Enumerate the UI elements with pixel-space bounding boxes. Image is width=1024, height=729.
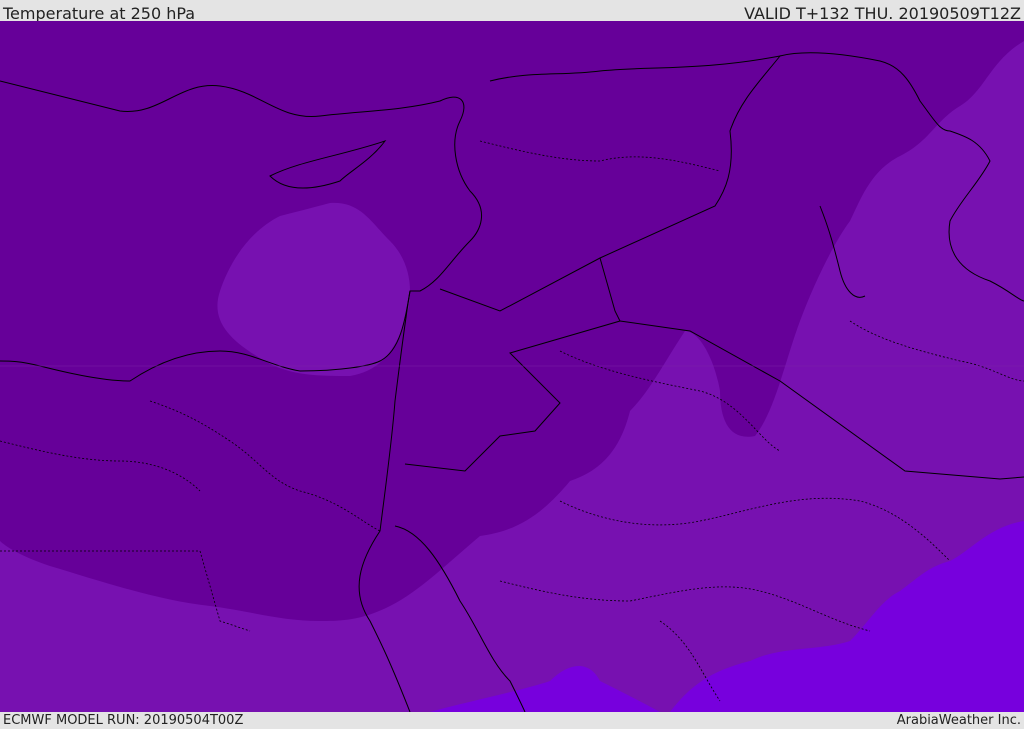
footer-bar: ECMWF MODEL RUN: 20190504T00Z ArabiaWeat… — [0, 712, 1024, 729]
temperature-map — [0, 21, 1024, 712]
header-bar: Temperature at 250 hPa VALID T+132 THU. … — [0, 0, 1024, 23]
model-run-label: ECMWF MODEL RUN: 20190504T00Z — [3, 713, 244, 728]
credit-label: ArabiaWeather Inc. — [896, 713, 1021, 728]
